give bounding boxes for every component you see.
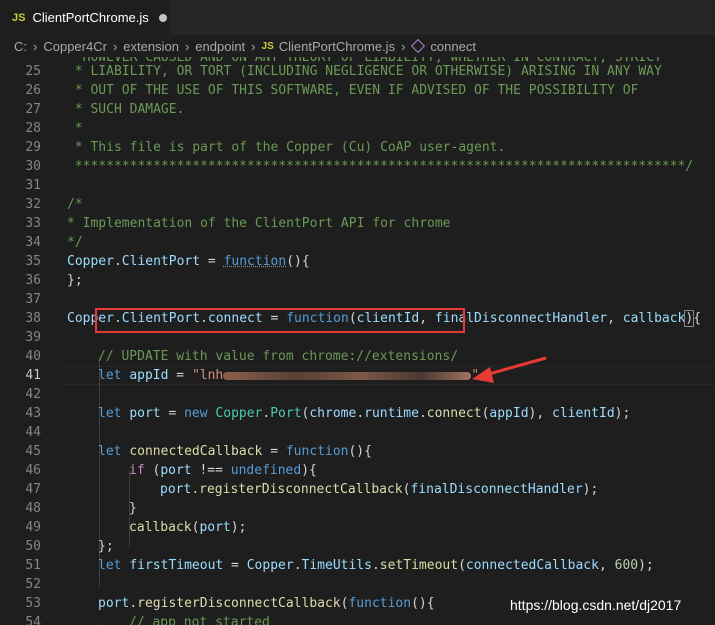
line-number: 48 <box>25 501 41 516</box>
code-line: 27 * SUCH DAMAGE. <box>0 100 715 119</box>
red-arrow-annotation <box>472 356 547 383</box>
code-line: 26 * OUT OF THE USE OF THIS SOFTWARE, EV… <box>0 81 715 100</box>
code-line: 44 <box>0 423 715 442</box>
code-line: 33 * Implementation of the ClientPort API… <box>0 214 715 233</box>
line-number: 35 <box>25 254 41 269</box>
line-number: 29 <box>25 140 41 155</box>
code-line: 36}; <box>0 271 715 290</box>
code-line: 31 <box>0 176 715 195</box>
line-number: 26 <box>25 83 41 98</box>
line-number: 31 <box>25 178 41 193</box>
breadcrumb-file[interactable]: ClientPortChrome.js <box>279 39 395 54</box>
code-line: 46 if (port !== undefined){ <box>0 461 715 480</box>
line-number: 38 <box>25 311 41 326</box>
code-line: 47 port.registerDisconnectCallback(finalD… <box>0 480 715 499</box>
code-line: 35 Copper.ClientPort = function(){ <box>0 252 715 271</box>
line-number: 43 <box>25 406 41 421</box>
breadcrumb-folder-copper4cr[interactable]: Copper4Cr <box>43 39 107 54</box>
line-number: 32 <box>25 197 41 212</box>
redacted-app-id <box>223 371 472 380</box>
js-file-icon: JS <box>12 11 26 24</box>
line-number: 41 <box>25 368 41 383</box>
line-number: 36 <box>25 273 41 288</box>
red-highlight-box <box>95 308 465 333</box>
chevron-right-icon: › <box>33 38 38 54</box>
breadcrumb-drive[interactable]: C: <box>14 39 27 54</box>
tab-bar: JS ClientPortChrome.js <box>0 0 715 35</box>
code-line: 49 callback(port); <box>0 518 715 537</box>
chevron-right-icon: › <box>251 38 256 54</box>
line-number: 52 <box>25 577 41 592</box>
line-number: 28 <box>25 121 41 136</box>
line-number: 49 <box>25 520 41 535</box>
code-line: 30 *************************************… <box>0 157 715 176</box>
code-line: 42 <box>0 385 715 404</box>
code-line: 54// app not started <box>0 613 715 625</box>
breadcrumb-symbol-connect[interactable]: connect <box>430 39 476 54</box>
chevron-right-icon: › <box>112 38 118 54</box>
line-number: 33 <box>25 216 41 231</box>
tab-clientportchrome[interactable]: JS ClientPortChrome.js <box>0 0 170 35</box>
tab-title: ClientPortChrome.js <box>32 10 149 25</box>
line-number: 45 <box>25 444 41 459</box>
breadcrumb-folder-extension[interactable]: extension <box>123 39 179 54</box>
code-line: 29 * This file is part of the Copper (Cu… <box>0 138 715 157</box>
breadcrumb: C: › Copper4Cr › extension › endpoint › JS C… <box>0 35 715 57</box>
js-file-icon: JS <box>261 40 274 52</box>
line-number: 54 <box>25 615 41 625</box>
chevron-right-icon: › <box>184 38 190 54</box>
code-line: 41let appId = "lnh"; <box>0 366 715 385</box>
code-line: 34 */ <box>0 233 715 252</box>
code-line: 32/* <box>0 195 715 214</box>
breadcrumb-folder-endpoint[interactable]: endpoint <box>195 39 245 54</box>
line-number: 44 <box>25 425 41 440</box>
modified-dot-icon[interactable] <box>158 13 167 22</box>
line-number: 47 <box>25 482 41 497</box>
code-line: 51 let firstTimeout = Copper.TimeUtils.se… <box>0 556 715 575</box>
code-line: 28 * <box>0 119 715 138</box>
line-number: 30 <box>25 159 41 174</box>
line-number: 27 <box>25 102 41 117</box>
code-line: 50}; <box>0 537 715 556</box>
line-number: 25 <box>25 64 41 79</box>
code-line: 43 let port = new Copper.Port(chrome.runt… <box>0 404 715 423</box>
method-cube-icon <box>411 38 426 54</box>
line-number: 37 <box>25 292 41 307</box>
line-number: 34 <box>25 235 41 250</box>
line-number: 42 <box>25 387 41 402</box>
code-line: 48} <box>0 499 715 518</box>
code-line: 52 <box>0 575 715 594</box>
code-line: 40// UPDATE with value from chrome://ext… <box>0 347 715 366</box>
code-editor[interactable]: * HOWEVER CAUSED AND ON ANY THEORY OF LI… <box>0 57 715 625</box>
code-line: 37 <box>0 290 715 309</box>
chevron-right-icon: › <box>401 38 406 54</box>
code-line: 45 let connectedCallback = function(){ <box>0 442 715 461</box>
line-number: 51 <box>25 558 41 573</box>
line-number: 46 <box>25 463 41 478</box>
line-number: 50 <box>25 539 41 554</box>
line-number: 39 <box>25 330 41 345</box>
code-line: 25 * LIABILITY, OR TORT (INCLUDING NEGLI… <box>0 62 715 81</box>
line-number: 53 <box>25 596 41 611</box>
line-number: 40 <box>25 349 41 364</box>
watermark: https://blog.csdn.net/dj2017 <box>510 597 682 613</box>
